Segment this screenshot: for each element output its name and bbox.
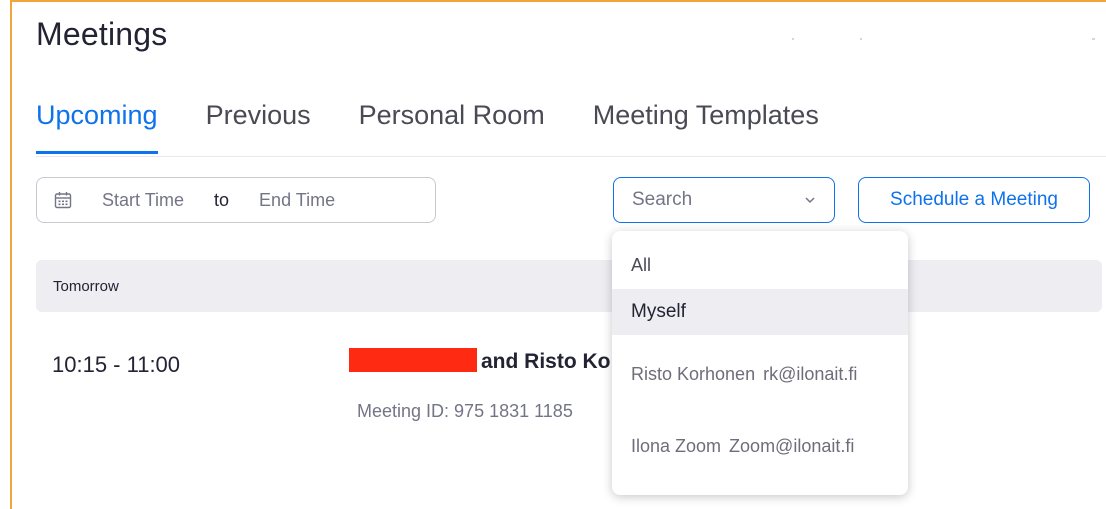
tab-previous[interactable]: Previous: [206, 100, 311, 154]
divider-speck: [860, 38, 862, 40]
chevron-down-icon: [805, 197, 815, 204]
schedule-meeting-button[interactable]: Schedule a Meeting: [858, 177, 1090, 223]
user-email: rk@ilonait.fi: [763, 364, 858, 384]
meeting-tabs: Upcoming Previous Personal Room Meeting …: [36, 100, 819, 154]
meeting-id-label: Meeting ID:: [357, 401, 450, 421]
divider-speck: [1092, 38, 1095, 40]
meeting-time: 10:15 - 11:00: [52, 352, 181, 377]
dropdown-option-user[interactable]: Risto Korhonen rk@ilonait.fi: [612, 364, 908, 385]
meeting-id: Meeting ID: 975 1831 1185: [357, 401, 573, 422]
tab-personal-room[interactable]: Personal Room: [359, 100, 545, 154]
date-range-to-label: to: [214, 189, 230, 210]
meeting-group-header: Tomorrow: [36, 260, 1102, 312]
tab-upcoming[interactable]: Upcoming: [36, 100, 158, 154]
redacted-name: [349, 348, 477, 372]
date-range-picker[interactable]: Start Time to End Time: [36, 177, 436, 223]
dropdown-option-user[interactable]: Ilona Zoom Zoom@ilonait.fi: [612, 436, 908, 457]
window-frame: [10, 0, 1106, 509]
divider-speck: [792, 38, 794, 40]
meeting-id-value: 975 1831 1185: [454, 401, 573, 421]
search-select[interactable]: Search: [613, 177, 835, 223]
search-select-value: Search: [632, 189, 693, 210]
tab-meeting-templates[interactable]: Meeting Templates: [593, 100, 819, 154]
user-email: Zoom@ilonait.fi: [729, 436, 855, 456]
end-time-field[interactable]: End Time: [259, 190, 335, 211]
dropdown-option-all[interactable]: All: [612, 255, 908, 276]
start-time-field[interactable]: Start Time: [102, 190, 184, 211]
user-name: Ilona Zoom: [631, 436, 722, 456]
calendar-icon: [54, 192, 72, 209]
meeting-topic[interactable]: and Risto Ko: [481, 350, 611, 374]
page-title: Meetings: [36, 16, 168, 52]
group-label: Tomorrow: [53, 277, 119, 295]
search-dropdown-menu: All Myself Risto Korhonen rk@ilonait.fi I…: [612, 231, 908, 495]
user-name: Risto Korhonen: [631, 364, 756, 384]
tabs-divider: [36, 156, 1106, 157]
dropdown-option-myself[interactable]: Myself: [612, 289, 908, 335]
